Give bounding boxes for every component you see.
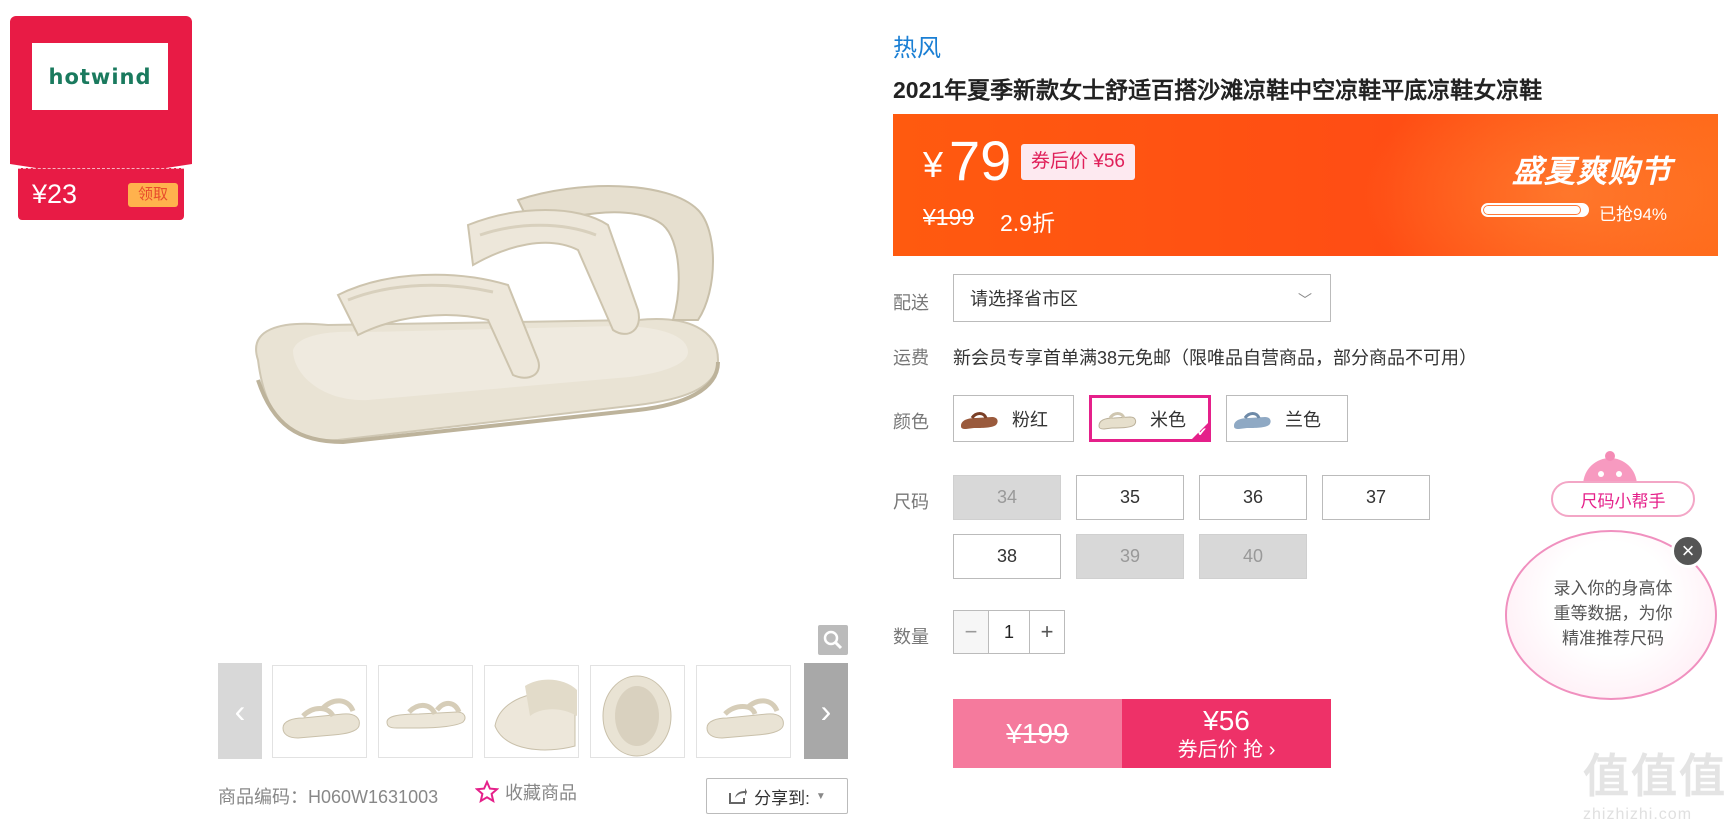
brand-coupon-footer: ¥23 领取 bbox=[18, 168, 184, 220]
claim-coupon-button[interactable]: 领取 bbox=[128, 183, 178, 207]
chevron-right-icon: › bbox=[820, 692, 832, 729]
size-helper-widget[interactable]: 尺码小帮手 录入你的身高体 重等数据，为你 精准推荐尺码 × bbox=[1505, 450, 1723, 700]
share-label: 分享到: bbox=[754, 788, 810, 808]
sandal-illustration bbox=[255, 185, 720, 445]
main-product-image bbox=[218, 30, 848, 650]
brand-coupon-header: hotwind bbox=[10, 16, 192, 178]
buy-coupon-area[interactable]: ¥56 券后价 抢 › bbox=[1122, 699, 1331, 768]
thumbnail-2[interactable] bbox=[378, 665, 473, 758]
quantity-decrease-button[interactable]: − bbox=[954, 611, 988, 653]
buy-action-label: 券后价 抢 › bbox=[1177, 738, 1276, 761]
color-option-label: 米色 bbox=[1150, 409, 1186, 430]
thumbnail-1[interactable] bbox=[272, 665, 367, 758]
quantity-stepper: − 1 + bbox=[953, 610, 1065, 654]
price-banner: ¥ 79 券后价 ¥56 ¥199 2.9折 盛夏爽购节 已抢94% bbox=[893, 114, 1718, 256]
zoom-button[interactable] bbox=[818, 625, 848, 655]
size-helper-text: 录入你的身高体 重等数据，为你 精准推荐尺码 bbox=[1535, 576, 1691, 651]
quantity-label: 数量 bbox=[893, 627, 929, 647]
thumbnail-image bbox=[602, 675, 672, 757]
watermark-sub: zhizhizhi.com bbox=[1583, 806, 1693, 823]
sandal-swatch-brown bbox=[961, 411, 998, 429]
color-option-pink[interactable]: 粉红 bbox=[953, 395, 1074, 442]
original-price: ¥199 bbox=[923, 204, 975, 230]
sold-progress-text: 已抢94% bbox=[1599, 205, 1668, 224]
thumbnail-image bbox=[282, 698, 360, 739]
thumbnail-prev-button[interactable]: ‹ bbox=[218, 663, 262, 759]
buy-button[interactable]: ¥199 ¥56 券后价 抢 › bbox=[953, 699, 1331, 768]
thumbnail-strip: ‹ › bbox=[218, 663, 848, 759]
magnifier-icon bbox=[823, 630, 843, 650]
size-option-38[interactable]: 38 bbox=[953, 534, 1061, 579]
star-icon bbox=[475, 780, 499, 804]
quantity-input[interactable]: 1 bbox=[988, 611, 1030, 653]
thumbnail-next-button[interactable]: › bbox=[804, 663, 848, 759]
watermark: 值值值 zhizhizhi.com bbox=[1583, 740, 1727, 824]
favorite-label: 收藏商品 bbox=[505, 783, 577, 803]
thumbnail-4[interactable] bbox=[590, 665, 685, 758]
quantity-increase-button[interactable]: + bbox=[1030, 611, 1064, 653]
size-label: 尺码 bbox=[893, 492, 929, 512]
price-currency: ¥ bbox=[923, 144, 944, 185]
buy-coupon-price: ¥56 bbox=[1203, 704, 1250, 736]
size-option-35[interactable]: 35 bbox=[1076, 475, 1184, 520]
thumbnail-image bbox=[494, 679, 577, 751]
current-price: 79 bbox=[949, 129, 1012, 192]
brand-logo-text: hotwind bbox=[48, 64, 152, 89]
size-option-34: 34 bbox=[953, 475, 1061, 520]
sold-progress-fill bbox=[1483, 205, 1581, 215]
brand-coupon[interactable]: hotwind ¥23 领取 bbox=[10, 16, 192, 220]
watermark-main: 值值值 bbox=[1583, 750, 1727, 802]
caret-down-icon: ▼ bbox=[815, 790, 826, 802]
size-option-37[interactable]: 37 bbox=[1322, 475, 1430, 520]
shipping-info: 新会员专享首单满38元免邮（限唯品自营商品，部分商品不可用） bbox=[953, 348, 1478, 368]
brand-logo: hotwind bbox=[32, 43, 168, 110]
favorite-button[interactable]: 收藏商品 bbox=[475, 779, 577, 805]
thumbnail-3[interactable] bbox=[484, 665, 579, 758]
chevron-left-icon: ‹ bbox=[234, 692, 246, 729]
coupon-amount: ¥23 bbox=[32, 179, 78, 209]
buy-original-price: ¥199 bbox=[953, 699, 1122, 768]
promo-title: 盛夏爽购节 bbox=[1512, 154, 1672, 189]
thumbnail-image bbox=[386, 701, 466, 729]
delivery-region-select[interactable]: 请选择省市区 ﹀ bbox=[953, 274, 1331, 322]
size-helper-tag[interactable]: 尺码小帮手 bbox=[1551, 481, 1695, 517]
delivery-select-value: 请选择省市区 bbox=[970, 289, 1078, 309]
product-code: 商品编码：H060W1631003 bbox=[218, 787, 439, 807]
thumbnail-5[interactable] bbox=[696, 665, 791, 758]
sold-progress-bar bbox=[1481, 203, 1589, 217]
shipping-label: 运费 bbox=[893, 348, 929, 368]
size-option-36[interactable]: 36 bbox=[1199, 475, 1307, 520]
color-option-label: 粉红 bbox=[1012, 409, 1048, 430]
discount-rate: 2.9折 bbox=[1000, 210, 1055, 236]
thumbnail-image bbox=[706, 698, 784, 739]
size-option-40: 40 bbox=[1199, 534, 1307, 579]
size-helper-line: 精准推荐尺码 bbox=[1562, 629, 1664, 648]
color-label: 颜色 bbox=[893, 412, 929, 432]
brand-link[interactable]: 热风 bbox=[893, 28, 941, 63]
size-option-39: 39 bbox=[1076, 534, 1184, 579]
size-helper-line: 重等数据，为你 bbox=[1553, 604, 1673, 623]
color-option-beige[interactable]: 米色 ✔ bbox=[1089, 395, 1211, 442]
sandal-swatch-beige bbox=[1098, 411, 1137, 430]
share-dropdown[interactable]: 分享到: ▼ bbox=[706, 778, 848, 814]
coupon-price-badge: 券后价 ¥56 bbox=[1021, 144, 1135, 180]
sandal-swatch-blue bbox=[1234, 411, 1271, 429]
color-option-blue[interactable]: 兰色 bbox=[1226, 395, 1348, 442]
share-icon bbox=[729, 788, 748, 804]
chevron-down-icon: ﹀ bbox=[1298, 292, 1312, 308]
checkmark-icon: ✔ bbox=[1196, 425, 1207, 439]
size-helper-line: 录入你的身高体 bbox=[1553, 579, 1673, 598]
product-title: 2021年夏季新款女士舒适百搭沙滩凉鞋中空凉鞋平底凉鞋女凉鞋 bbox=[893, 77, 1543, 103]
close-icon[interactable]: × bbox=[1671, 534, 1705, 568]
delivery-label: 配送 bbox=[893, 293, 929, 313]
color-option-label: 兰色 bbox=[1285, 409, 1321, 430]
